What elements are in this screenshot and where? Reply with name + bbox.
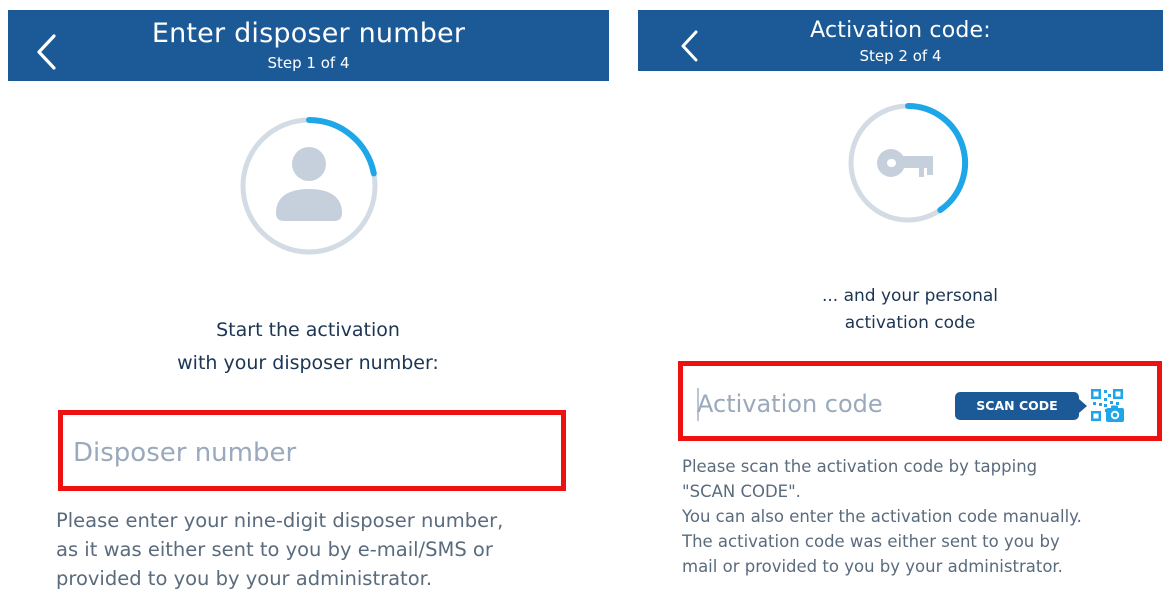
header-title: Enter disposer number (151, 18, 466, 49)
qr-camera-icon[interactable] (1090, 388, 1124, 422)
activation-code-input[interactable] (697, 386, 947, 422)
intro-text: ... and your personal activation code (821, 286, 999, 333)
step-indicator: Step 2 of 4 (859, 47, 942, 65)
help-text: Please enter your nine-digit disposer nu… (56, 509, 504, 590)
person-icon (276, 147, 342, 221)
help-text: Please scan the activation code by tappi… (682, 457, 1082, 576)
header-title: Activation code: (810, 18, 991, 43)
person-progress-icon (240, 117, 378, 255)
disposer-number-field-highlight (58, 410, 566, 491)
header-bar: Enter disposer number Step 1 of 4 (8, 10, 609, 81)
step1-screen: Enter disposer number Step 1 of 4 Start … (0, 0, 620, 590)
intro-text: Start the activation with your disposer … (177, 319, 439, 374)
key-progress-icon (848, 103, 969, 223)
disposer-number-input[interactable] (73, 435, 543, 471)
scan-code-button[interactable]: SCAN CODE (955, 392, 1087, 420)
key-icon (877, 149, 933, 177)
step-indicator: Step 1 of 4 (267, 54, 350, 72)
header-bar: Activation code: Step 2 of 4 (638, 10, 1163, 71)
activation-code-field-highlight: SCAN CODE (678, 361, 1162, 441)
